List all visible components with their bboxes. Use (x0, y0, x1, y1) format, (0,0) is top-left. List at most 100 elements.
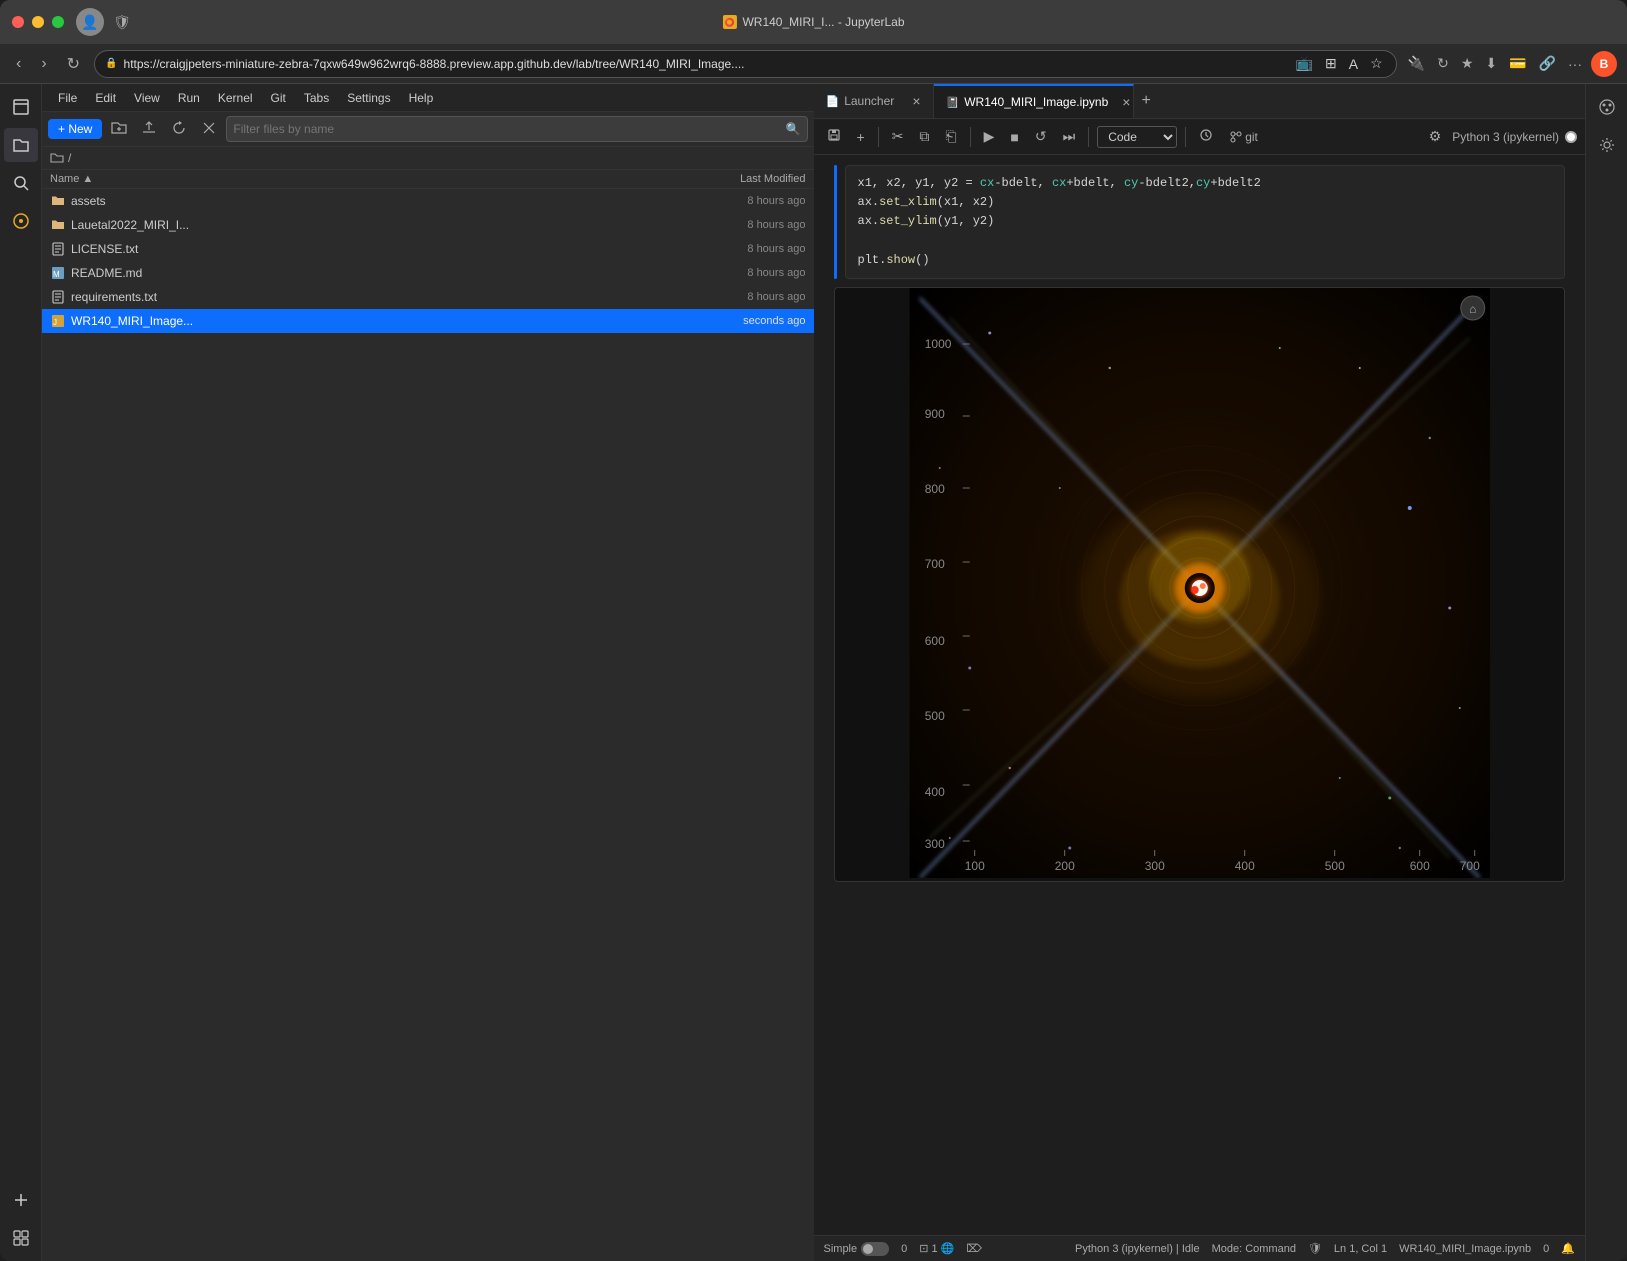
file-item-license[interactable]: LICENSE.txt 8 hours ago (42, 237, 814, 261)
folder-icon (50, 217, 66, 233)
refresh-button[interactable]: ↻ (61, 52, 86, 76)
tabs-bar: 📄 Launcher × 📓 WR140_MIRI_Image.ipynb × … (814, 84, 1586, 119)
menu-view[interactable]: View (126, 89, 168, 107)
git-button[interactable]: git (1224, 127, 1264, 147)
tab-launcher[interactable]: 📄 Launcher × (814, 84, 934, 118)
url-bar[interactable]: 🔒 https://craigjpeters-miniature-zebra-7… (94, 50, 1397, 78)
menu-file[interactable]: File (50, 89, 85, 107)
run-button[interactable]: ▶ (979, 125, 1000, 148)
new-file-button[interactable]: + New (48, 119, 102, 139)
paste-button[interactable]: ⎗ (940, 125, 961, 148)
nav-actions: 🔌 ↻ ★ ⬇ 💳 🔗 ··· B (1405, 51, 1617, 77)
active-cell-indicator (834, 165, 837, 279)
close-filter-button[interactable] (196, 117, 222, 142)
tab-notebook[interactable]: 📓 WR140_MIRI_Image.ipynb × (934, 84, 1134, 118)
notebook-name: WR140_MIRI_Image.ipynb (1399, 1243, 1531, 1255)
minimize-button[interactable] (32, 16, 44, 28)
stop-button[interactable]: ■ (1005, 126, 1023, 148)
file-item-assets[interactable]: assets 8 hours ago (42, 189, 814, 213)
menu-run[interactable]: Run (170, 89, 208, 107)
kernel-status-indicator (1565, 131, 1577, 143)
kernel-name: Python 3 (ipykernel) (1452, 130, 1559, 144)
star-icon[interactable]: ☆ (1367, 52, 1386, 75)
sidebar-icon-extensions[interactable] (4, 1221, 38, 1255)
menu-edit[interactable]: Edit (87, 89, 124, 107)
code-cell[interactable]: x1, x2, y1, y2 = cx-bdelt, cx+bdelt, cy-… (845, 165, 1566, 279)
maximize-button[interactable] (52, 16, 64, 28)
tab-close-button[interactable]: × (912, 93, 920, 109)
profile-avatar[interactable]: 👤 (76, 8, 104, 36)
simple-toggle[interactable]: Simple (824, 1242, 890, 1256)
copy-button[interactable]: ⧉ (914, 125, 934, 148)
sidebar-icon-search[interactable] (4, 166, 38, 200)
sidebar-icon-add[interactable] (4, 1183, 38, 1217)
folder-icon (50, 193, 66, 209)
browser-title: ⭕ WR140_MIRI_I... - JupyterLab (722, 15, 904, 29)
col-name-header[interactable]: Name ▲ (50, 173, 696, 185)
restart-button[interactable]: ↺ (1030, 125, 1052, 148)
save-button[interactable] (822, 125, 846, 148)
shield-icon: 🛡 (112, 12, 132, 32)
file-item-wr140[interactable]: J WR140_MIRI_Image... seconds ago (42, 309, 814, 333)
new-folder-button[interactable] (106, 117, 132, 142)
file-item-readme[interactable]: M README.md 8 hours ago (42, 261, 814, 285)
shield-status-icon: 🛡 (1308, 1242, 1322, 1255)
link-icon[interactable]: 🔗 (1536, 52, 1559, 75)
extension-icon[interactable]: 🔌 (1405, 52, 1428, 75)
col-modified-header[interactable]: Last Modified (696, 173, 806, 185)
menu-git[interactable]: Git (263, 89, 294, 107)
sidebar-icon-git[interactable] (4, 204, 38, 238)
schedule-button[interactable] (1194, 125, 1218, 148)
svg-text:300: 300 (924, 837, 944, 851)
refresh2-icon[interactable]: ↻ (1434, 52, 1452, 75)
code-line-1: x1, x2, y1, y2 = cx-bdelt, cx+bdelt, cy-… (858, 174, 1553, 193)
tab-label: WR140_MIRI_Image.ipynb (964, 95, 1108, 109)
file-modified: 8 hours ago (711, 219, 806, 231)
kernel-settings-button[interactable]: ⚙ (1424, 125, 1447, 148)
right-sidebar-icon-settings[interactable] (1590, 128, 1624, 162)
tab-close-button[interactable]: × (1122, 94, 1130, 110)
cell-type-select[interactable]: Code Markdown Raw (1097, 126, 1177, 148)
upload-button[interactable] (136, 117, 162, 142)
svg-text:300: 300 (1144, 859, 1164, 873)
wallet-icon[interactable]: 💳 (1506, 52, 1529, 75)
toggle-switch[interactable] (861, 1242, 889, 1256)
downloads-icon[interactable]: ⬇ (1482, 52, 1500, 75)
search-box[interactable]: 🔍 (226, 116, 807, 142)
run-all-button[interactable]: ⏭ (1058, 125, 1081, 148)
file-name: README.md (71, 266, 711, 280)
sidebar-icons (0, 84, 42, 1261)
add-tab-button[interactable]: + (1134, 88, 1159, 114)
app-body: File Edit View Run Kernel Git Tabs Setti… (0, 84, 1627, 1261)
menu-settings[interactable]: Settings (339, 89, 398, 107)
refresh-files-button[interactable] (166, 117, 192, 142)
code-line-4 (858, 232, 1553, 251)
menu-help[interactable]: Help (401, 89, 442, 107)
bookmark-icon[interactable]: ★ (1458, 52, 1477, 75)
file-item-requirements[interactable]: requirements.txt 8 hours ago (42, 285, 814, 309)
cut-button[interactable]: ✂ (887, 125, 909, 148)
menu-tabs[interactable]: Tabs (296, 89, 337, 107)
add-cell-button[interactable]: + (852, 126, 870, 148)
lock-icon: 🔒 (105, 58, 117, 69)
tab-notebook-icon: 📓 (946, 96, 960, 109)
sidebar-icon-files[interactable] (4, 90, 38, 124)
menu-kernel[interactable]: Kernel (210, 89, 261, 107)
more-icon[interactable]: ··· (1565, 53, 1585, 75)
tab-launcher-icon: 📄 (826, 95, 840, 108)
right-sidebar (1585, 84, 1627, 1261)
forward-button[interactable]: › (35, 53, 52, 75)
file-name: WR140_MIRI_Image... (71, 314, 711, 328)
sidebar-icon-folder[interactable] (4, 128, 38, 162)
svg-text:100: 100 (964, 859, 984, 873)
back-button[interactable]: ‹ (10, 53, 27, 75)
main-area: 📄 Launcher × 📓 WR140_MIRI_Image.ipynb × … (814, 84, 1586, 1261)
close-button[interactable] (12, 16, 24, 28)
sort-icon: ▲ (82, 173, 93, 185)
jupyter-tab-icon: ⭕ (722, 15, 736, 29)
right-sidebar-icon-palette[interactable] (1590, 90, 1624, 124)
simple-label: Simple (824, 1243, 858, 1255)
svg-text:M: M (53, 270, 60, 279)
search-input[interactable] (233, 122, 785, 136)
file-item-lauetal[interactable]: Lauetal2022_MIRI_I... 8 hours ago (42, 213, 814, 237)
